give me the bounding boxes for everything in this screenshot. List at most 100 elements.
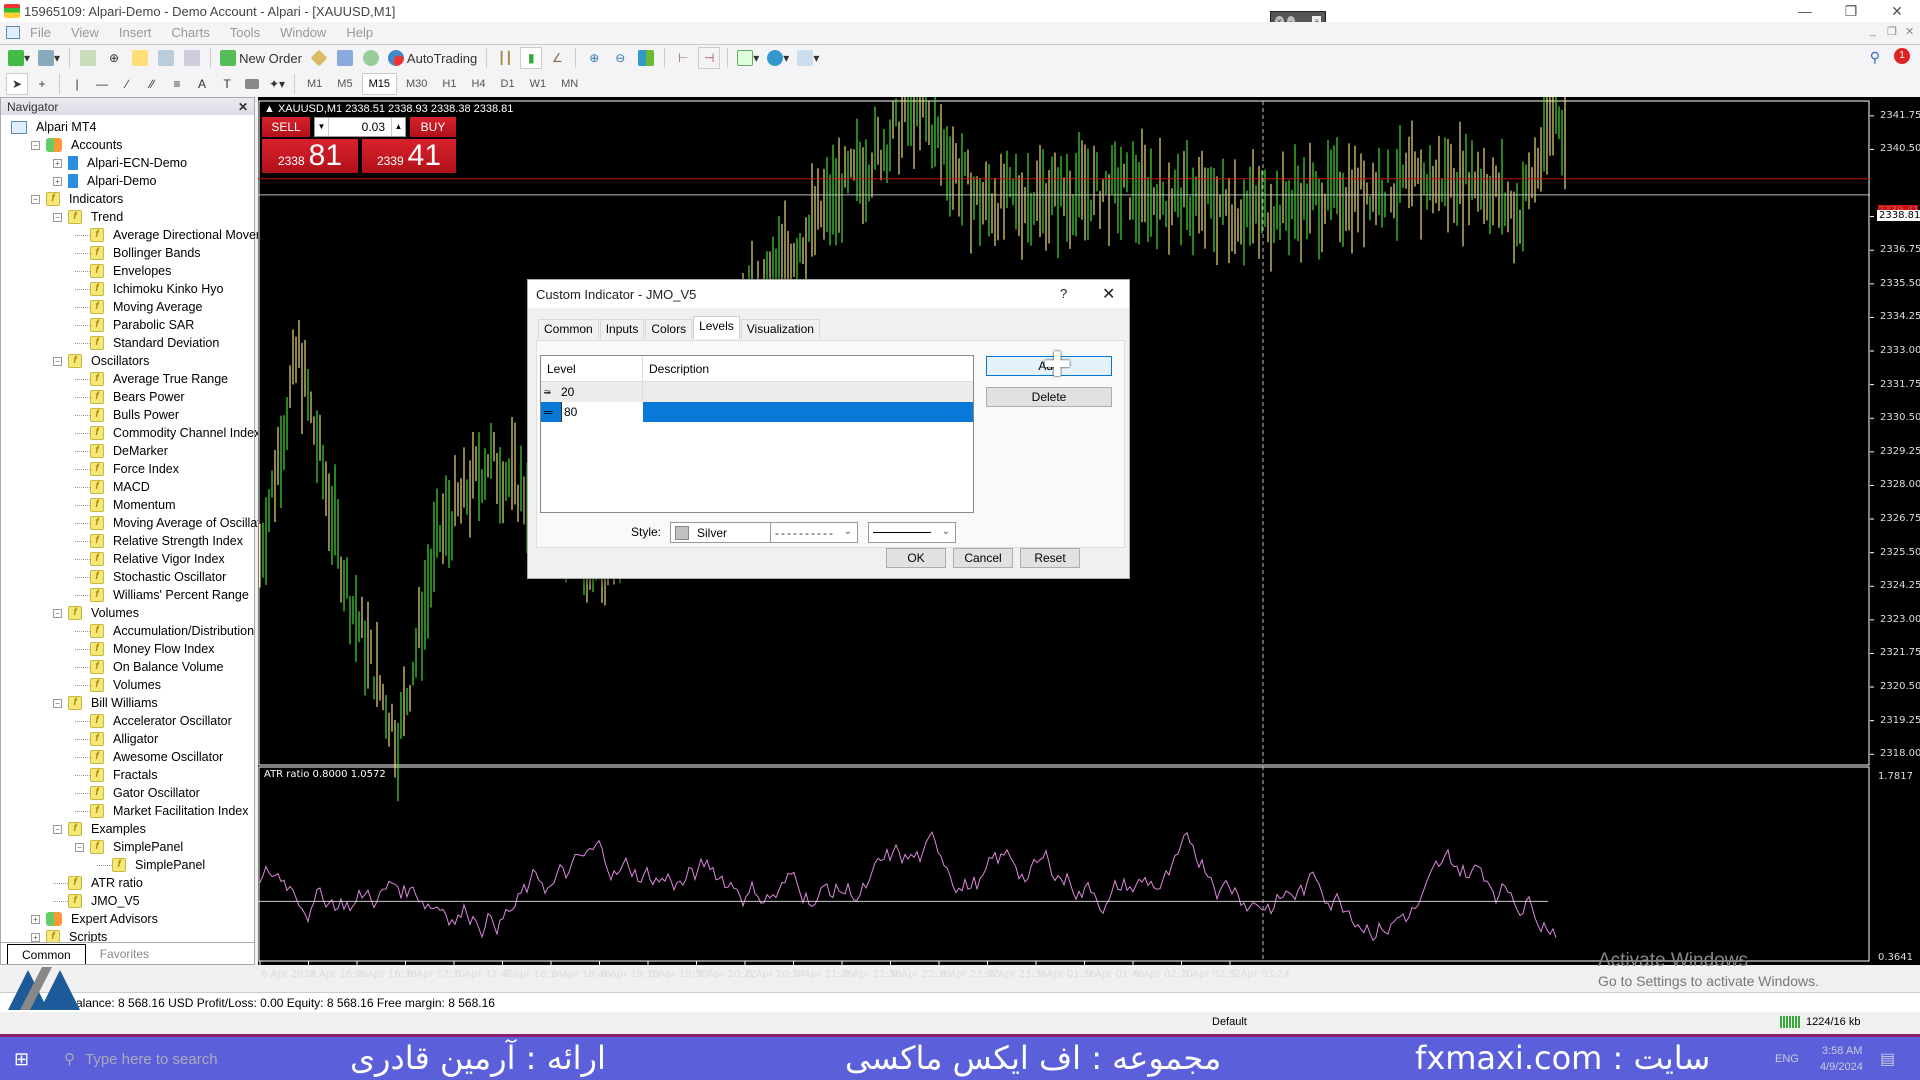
timeframe-d1[interactable]: D1 bbox=[495, 73, 521, 95]
navigator-item[interactable]: f On Balance Volume bbox=[75, 658, 224, 676]
line-chart-button[interactable]: ∠ bbox=[546, 47, 568, 69]
collapse-icon[interactable]: − bbox=[53, 608, 62, 618]
navigator-item[interactable]: − f SimplePanel bbox=[75, 838, 183, 856]
data-window-button[interactable]: ⊕ bbox=[103, 47, 125, 69]
expand-icon[interactable]: + bbox=[53, 176, 62, 186]
menu-charts[interactable]: Charts bbox=[161, 25, 219, 40]
line-width-select[interactable]: ⌄ bbox=[868, 522, 956, 543]
crosshair-button[interactable]: + bbox=[31, 73, 53, 95]
navigator-item[interactable]: f Volumes bbox=[75, 676, 161, 694]
mdi-restore-button[interactable]: ❐ bbox=[1887, 25, 1897, 38]
cursor-button[interactable]: ➤ bbox=[6, 73, 28, 95]
navigator-close-icon[interactable]: ✕ bbox=[238, 100, 248, 114]
rectangle-button[interactable] bbox=[241, 73, 263, 95]
navigator-item[interactable]: − f Volumes bbox=[53, 604, 139, 622]
lot-increase-button[interactable]: ▲ bbox=[391, 118, 405, 136]
navigator-item[interactable]: + Expert Advisors bbox=[31, 910, 158, 928]
timeframe-m15[interactable]: M15 bbox=[361, 73, 397, 95]
navigator-item[interactable]: f Ichimoku Kinko Hyo bbox=[75, 280, 223, 298]
timeframe-mn[interactable]: MN bbox=[555, 73, 584, 95]
level-value-input[interactable]: 80 bbox=[561, 402, 643, 422]
navigator-item[interactable]: f SimplePanel bbox=[97, 856, 205, 874]
cancel-button[interactable]: Cancel bbox=[953, 548, 1013, 568]
delete-button[interactable]: Delete bbox=[986, 387, 1112, 407]
tab-common[interactable]: Common bbox=[538, 319, 599, 339]
vertical-line-button[interactable]: | bbox=[66, 73, 88, 95]
lot-size-field[interactable]: ▼ 0.03 ▲ bbox=[314, 117, 406, 137]
lot-value[interactable]: 0.03 bbox=[329, 120, 391, 134]
expand-icon[interactable]: + bbox=[31, 914, 40, 924]
navigator-item[interactable]: f Moving Average bbox=[75, 298, 202, 316]
menu-file[interactable]: File bbox=[20, 25, 61, 40]
tab-levels[interactable]: Levels bbox=[693, 316, 740, 339]
level-row-selected[interactable]: ═ 80 bbox=[541, 402, 973, 422]
zoom-out-button[interactable]: ⊖ bbox=[609, 47, 631, 69]
expand-icon[interactable]: + bbox=[31, 932, 40, 942]
candlestick-button[interactable]: ▮ bbox=[520, 47, 543, 69]
notification-badge[interactable]: 1 bbox=[1894, 48, 1910, 64]
navigator-item[interactable]: f Alligator bbox=[75, 730, 158, 748]
level-value[interactable]: 20 bbox=[561, 382, 643, 402]
navigator-item[interactable]: + Alpari-Demo bbox=[53, 172, 156, 190]
sell-button[interactable]: SELL bbox=[262, 117, 310, 137]
navigator-item[interactable]: f Standard Deviation bbox=[75, 334, 219, 352]
language-indicator[interactable]: ENG bbox=[1775, 1053, 1799, 1065]
navigator-item[interactable]: f Commodity Channel Index bbox=[75, 424, 260, 442]
tab-inputs[interactable]: Inputs bbox=[599, 319, 645, 339]
trendline-button[interactable]: ∕ bbox=[116, 73, 138, 95]
navigator-item[interactable]: f DeMarker bbox=[75, 442, 168, 460]
bar-chart-button[interactable]: ┃┃ bbox=[494, 47, 516, 69]
navigator-button[interactable] bbox=[129, 47, 151, 69]
tile-windows-button[interactable] bbox=[635, 47, 657, 69]
navigator-item[interactable]: Alpari MT4 bbox=[11, 118, 96, 136]
navigator-item[interactable]: f JMO_V5 bbox=[53, 892, 140, 910]
navigator-item[interactable]: − Accounts bbox=[31, 136, 122, 154]
timeframe-h1[interactable]: H1 bbox=[436, 73, 462, 95]
menu-help[interactable]: Help bbox=[336, 25, 383, 40]
levels-list[interactable]: Level Description ≈ 20 ═ 80 bbox=[540, 355, 974, 513]
level-row[interactable]: ≈ 20 bbox=[541, 382, 973, 402]
tab-colors[interactable]: Colors bbox=[645, 319, 693, 339]
navigator-item[interactable]: f Fractals bbox=[75, 766, 157, 784]
notifications-icon[interactable]: ▤ bbox=[1880, 1049, 1895, 1069]
collapse-icon[interactable]: − bbox=[31, 140, 40, 150]
fibonacci-button[interactable]: ≡ bbox=[166, 73, 188, 95]
navigator-item[interactable]: f Relative Strength Index bbox=[75, 532, 243, 550]
menu-insert[interactable]: Insert bbox=[109, 25, 162, 40]
timeframe-w1[interactable]: W1 bbox=[524, 73, 553, 95]
timeframe-m1[interactable]: M1 bbox=[301, 73, 328, 95]
profiles-button[interactable]: ▾ bbox=[36, 47, 62, 69]
buy-button[interactable]: BUY bbox=[410, 117, 456, 137]
autoscroll-button[interactable]: ⊣ bbox=[698, 47, 721, 69]
chart-shift-button[interactable]: ⊢ bbox=[672, 47, 694, 69]
templates-button[interactable]: ▾ bbox=[795, 47, 821, 69]
expand-icon[interactable]: + bbox=[53, 158, 62, 168]
signals-button[interactable] bbox=[360, 47, 382, 69]
taskbar-search[interactable]: ⚲ Type here to search bbox=[58, 1043, 278, 1075]
vps-button[interactable] bbox=[334, 47, 356, 69]
buy-price-button[interactable]: 2339 41 bbox=[362, 139, 456, 173]
help-button[interactable]: ? bbox=[1060, 286, 1067, 301]
column-level[interactable]: Level bbox=[541, 356, 643, 381]
clock-date[interactable]: 4/9/2024 bbox=[1820, 1061, 1863, 1073]
search-icon[interactable]: ⚲ bbox=[1870, 49, 1880, 66]
text-button[interactable]: A bbox=[191, 73, 213, 95]
collapse-icon[interactable]: − bbox=[75, 842, 84, 852]
line-style-select[interactable]: ---------- ⌄ bbox=[770, 522, 858, 543]
navigator-item[interactable]: f Accelerator Oscillator bbox=[75, 712, 232, 730]
navigator-item[interactable]: f Bollinger Bands bbox=[75, 244, 201, 262]
navigator-item[interactable]: f Momentum bbox=[75, 496, 176, 514]
navigator-item[interactable]: − f Trend bbox=[53, 208, 123, 226]
terminal-button[interactable] bbox=[155, 47, 177, 69]
autotrading-button[interactable]: AutoTrading bbox=[386, 47, 479, 69]
ok-button[interactable]: OK bbox=[886, 548, 946, 568]
navigator-item[interactable]: − f Indicators bbox=[31, 190, 123, 208]
collapse-icon[interactable]: − bbox=[53, 356, 62, 366]
navigator-item[interactable]: f Envelopes bbox=[75, 262, 171, 280]
navigator-item[interactable]: − f Examples bbox=[53, 820, 146, 838]
new-chart-button[interactable]: ▾ bbox=[6, 47, 32, 69]
horizontal-line-button[interactable]: — bbox=[91, 73, 113, 95]
lot-decrease-button[interactable]: ▼ bbox=[315, 118, 329, 136]
periods-button[interactable]: ▾ bbox=[765, 47, 791, 69]
clock-time[interactable]: 3:58 AM bbox=[1822, 1045, 1862, 1057]
